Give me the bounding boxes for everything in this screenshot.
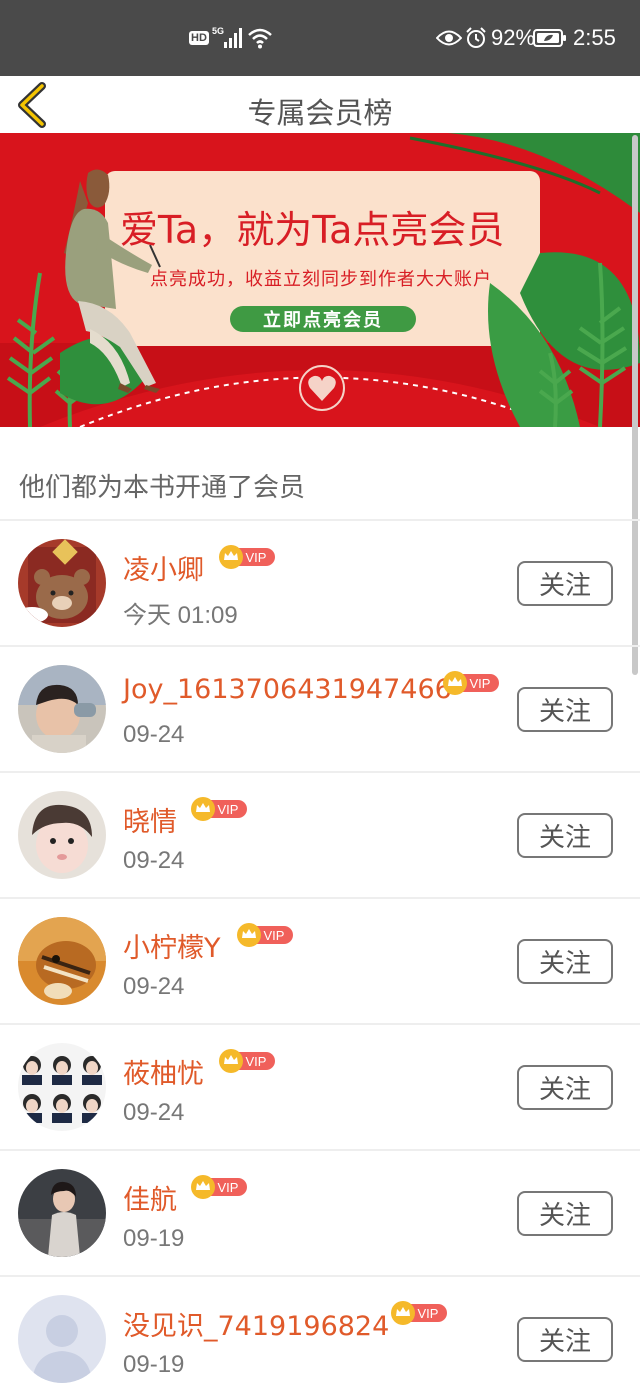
- member-date: 09-24: [123, 721, 185, 748]
- avatar[interactable]: [18, 665, 106, 753]
- battery-icon: [533, 0, 567, 76]
- clock: 2:55: [573, 25, 616, 50]
- follow-button[interactable]: 关注: [517, 561, 613, 606]
- vip-badge: VIP: [443, 671, 499, 695]
- vip-badge: VIP: [391, 1301, 447, 1325]
- vip-badge: VIP: [219, 1049, 275, 1073]
- member-date: 09-19: [123, 1225, 185, 1252]
- section-title: 他们都为本书开通了会员: [19, 473, 306, 503]
- vip-badge: VIP: [191, 797, 247, 821]
- status-bar: HD 5G 92% 2:55: [0, 0, 640, 76]
- member-date: 今天 01:09: [123, 602, 238, 629]
- list-item[interactable]: 小柠檬Y VIP 09-24 关注: [0, 899, 640, 1025]
- header: 专属会员榜: [0, 76, 640, 133]
- svg-text:VIP: VIP: [246, 550, 267, 565]
- svg-text:VIP: VIP: [218, 802, 239, 817]
- vip-badge: VIP: [219, 545, 275, 569]
- list-item[interactable]: 没见识_7419196824 VIP 09-19 关注: [0, 1277, 640, 1387]
- vip-badge: VIP: [191, 1175, 247, 1199]
- list-item[interactable]: 莜柚忧 VIP 09-24 关注: [0, 1025, 640, 1151]
- battery-percent: 92%: [491, 25, 536, 50]
- banner-subtitle: 点亮成功，收益立刻同步到作者大大账户: [150, 269, 492, 290]
- member-name[interactable]: Joy_1613706431947466: [123, 674, 452, 705]
- member-date: 09-24: [123, 847, 185, 874]
- avatar[interactable]: [18, 791, 106, 879]
- default-avatar-icon: [18, 1295, 106, 1383]
- avatar[interactable]: [18, 1295, 106, 1383]
- avatar[interactable]: [18, 539, 106, 627]
- member-name[interactable]: 没见识_7419196824: [123, 1304, 389, 1343]
- alarm-icon: [465, 0, 487, 76]
- svg-text:VIP: VIP: [246, 1054, 267, 1069]
- banner-title: 爱Ta，就为Ta点亮会员: [120, 208, 505, 252]
- page-title: 专属会员榜: [247, 96, 393, 130]
- svg-text:VIP: VIP: [264, 928, 285, 943]
- member-name[interactable]: 莜柚忧: [123, 1052, 204, 1091]
- follow-button[interactable]: 关注: [517, 687, 613, 732]
- member-name[interactable]: 晓情: [123, 800, 177, 839]
- light-up-membership-button[interactable]: 立即点亮会员: [230, 306, 416, 332]
- hd-badge: HD: [189, 31, 209, 45]
- follow-button[interactable]: 关注: [517, 939, 613, 984]
- avatar[interactable]: [18, 1043, 106, 1131]
- member-date: 09-19: [123, 1351, 185, 1378]
- member-list: 凌小卿 VIP 今天 01:09 关注 Joy_1613706431947466: [0, 521, 640, 1387]
- promo-banner[interactable]: 爱Ta，就为Ta点亮会员 点亮成功，收益立刻同步到作者大大账户 立即点亮会员: [0, 133, 640, 427]
- signal-icon: 5G: [212, 0, 242, 76]
- svg-text:VIP: VIP: [418, 1306, 439, 1321]
- member-name[interactable]: 小柠檬Y: [123, 926, 221, 965]
- follow-button[interactable]: 关注: [517, 1191, 613, 1236]
- follow-button[interactable]: 关注: [517, 813, 613, 858]
- svg-text:VIP: VIP: [470, 676, 491, 691]
- member-name[interactable]: 佳航: [123, 1178, 177, 1217]
- list-item[interactable]: 凌小卿 VIP 今天 01:09 关注: [0, 521, 640, 647]
- vip-badge: VIP: [237, 923, 293, 947]
- svg-text:VIP: VIP: [218, 1180, 239, 1195]
- member-date: 09-24: [123, 973, 185, 1000]
- eye-icon: [436, 0, 462, 76]
- avatar[interactable]: [18, 1169, 106, 1257]
- member-date: 09-24: [123, 1099, 185, 1126]
- list-item[interactable]: 佳航 VIP 09-19 关注: [0, 1151, 640, 1277]
- list-item[interactable]: 晓情 VIP 09-24 关注: [0, 773, 640, 899]
- avatar[interactable]: [18, 917, 106, 1005]
- wifi-icon: [247, 0, 273, 76]
- follow-button[interactable]: 关注: [517, 1317, 613, 1362]
- member-name[interactable]: 凌小卿: [123, 548, 204, 587]
- list-item[interactable]: Joy_1613706431947466 VIP 09-24 关注: [0, 647, 640, 773]
- follow-button[interactable]: 关注: [517, 1065, 613, 1110]
